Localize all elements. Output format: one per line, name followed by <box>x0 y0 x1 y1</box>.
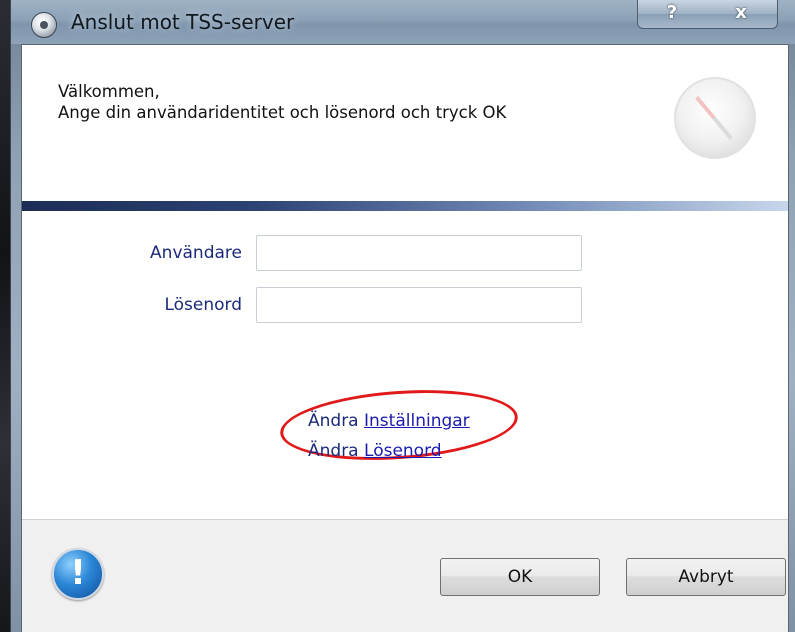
settings-link[interactable]: Inställningar <box>364 411 470 431</box>
close-button[interactable]: x <box>705 0 778 29</box>
welcome-text: Välkommen, Ange din användaridentitet oc… <box>58 81 506 123</box>
dialog-client-area: Välkommen, Ange din användaridentitet oc… <box>21 44 789 632</box>
welcome-line-1: Välkommen, <box>58 82 160 101</box>
cancel-button[interactable]: Avbryt <box>626 558 786 596</box>
app-icon[interactable] <box>31 12 57 38</box>
password-label: Lösenord <box>164 295 242 315</box>
change-password-row: Ändra Lösenord <box>308 436 470 466</box>
change-settings-prefix: Ändra <box>308 411 359 431</box>
welcome-line-2: Ange din användaridentitet och lösenord … <box>58 103 507 122</box>
header-divider <box>22 201 788 211</box>
info-icon: ! <box>52 548 104 600</box>
help-button[interactable]: ? <box>637 0 707 29</box>
header-panel: Välkommen, Ange din användaridentitet oc… <box>22 45 788 201</box>
change-password-link[interactable]: Lösenord <box>364 441 442 461</box>
title-bar[interactable]: Anslut mot TSS-server ? x <box>11 0 795 44</box>
change-settings-row: Ändra Inställningar <box>308 406 470 436</box>
links-block: Ändra Inställningar Ändra Lösenord <box>308 406 470 466</box>
password-input[interactable] <box>256 287 582 323</box>
user-label: Användare <box>150 243 242 263</box>
window-title: Anslut mot TSS-server <box>71 10 295 34</box>
footer-bar: ! OK Avbryt <box>22 519 788 632</box>
ok-button[interactable]: OK <box>440 558 600 596</box>
compass-icon <box>674 77 756 159</box>
user-input[interactable] <box>256 235 582 271</box>
dialog-window: Anslut mot TSS-server ? x Välkommen, Ang… <box>10 0 795 632</box>
change-password-prefix: Ändra <box>308 441 359 461</box>
